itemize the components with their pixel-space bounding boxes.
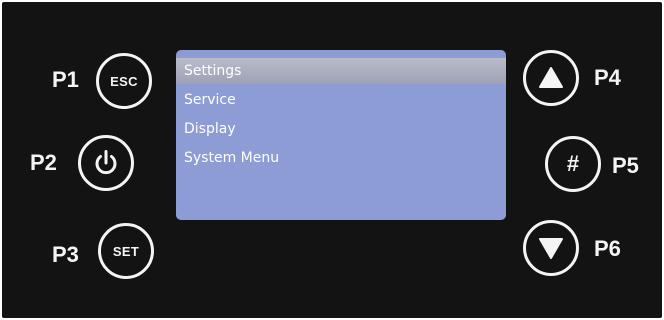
power-icon	[95, 150, 117, 175]
hash-button-label: #	[566, 151, 580, 176]
down-button[interactable]	[523, 220, 579, 276]
p5-label: P5	[612, 153, 639, 178]
p1-label: P1	[52, 67, 79, 92]
arrow-down-icon	[539, 238, 563, 259]
up-button[interactable]	[523, 50, 579, 106]
esc-button[interactable]: ESC	[96, 53, 152, 109]
menu-item-settings[interactable]: Settings	[176, 58, 506, 84]
control-panel-page: P1 ESC P2 P3 SET Settings Service Displa…	[0, 0, 664, 320]
p6-label: P6	[594, 236, 621, 261]
arrow-up-icon	[539, 67, 563, 88]
esc-button-label: ESC	[110, 73, 138, 89]
control-panel: P1 ESC P2 P3 SET Settings Service Displa…	[2, 2, 662, 318]
p3-label: P3	[52, 242, 79, 267]
hash-button[interactable]: #	[545, 136, 601, 192]
lcd-screen: Settings Service Display System Menu	[176, 50, 506, 220]
menu-item-service[interactable]: Service	[176, 87, 506, 113]
power-button[interactable]	[78, 135, 134, 191]
p4-label: P4	[594, 65, 621, 90]
menu-item-system-menu[interactable]: System Menu	[176, 145, 506, 171]
set-button[interactable]: SET	[98, 223, 154, 279]
menu-item-display[interactable]: Display	[176, 116, 506, 142]
p2-label: P2	[30, 150, 57, 175]
set-button-label: SET	[112, 243, 140, 259]
